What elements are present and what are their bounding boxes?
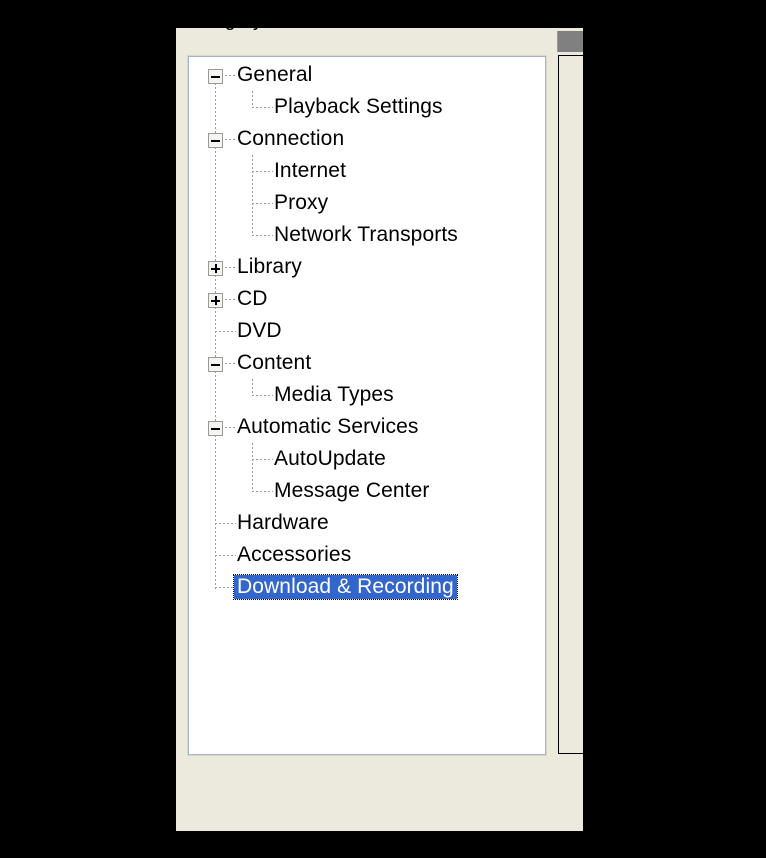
tree-item-connection[interactable]: Connection — [189, 123, 545, 155]
tree-item-message-center[interactable]: Message Center — [189, 475, 545, 507]
tree-item-label: Hardware — [237, 511, 329, 534]
tree-subtrunk-line — [252, 459, 253, 491]
tree-item-proxy[interactable]: Proxy — [189, 187, 545, 219]
tree-connector-elbow — [252, 443, 253, 460]
tree-subtrunk-line — [252, 171, 253, 235]
tree-connector-line — [252, 491, 273, 492]
tree-collapse-icon[interactable] — [208, 69, 223, 84]
category-tree-root: General Playback Settings Connection Intern… — [189, 57, 545, 754]
tree-item-label: Accessories — [237, 543, 352, 566]
tree-item-media-types[interactable]: Media Types — [189, 379, 545, 411]
tree-item-label: Content — [237, 351, 312, 374]
tree-item-network-transports[interactable]: Network Transports — [189, 219, 545, 251]
scrollbar-trough[interactable] — [558, 55, 583, 754]
tree-connector-line — [252, 395, 273, 396]
tree-collapse-icon[interactable] — [208, 133, 223, 148]
tree-item-cd[interactable]: CD — [189, 283, 545, 315]
tree-item-hardware[interactable]: Hardware — [189, 507, 545, 539]
tree-item-dvd[interactable]: DVD — [189, 315, 545, 347]
tree-item-label: Proxy — [274, 191, 329, 214]
tree-item-label: DVD — [237, 319, 282, 342]
tree-connector-line — [215, 587, 236, 588]
tree-item-label: AutoUpdate — [274, 447, 386, 470]
tree-item-label: CD — [237, 287, 268, 310]
tree-item-label: General — [237, 63, 313, 86]
tree-connector-line — [225, 363, 236, 364]
tree-item-label: Library — [237, 255, 302, 278]
tree-item-label: Connection — [237, 127, 345, 150]
tree-expand-icon[interactable] — [208, 261, 223, 276]
tree-connector-line — [252, 459, 273, 460]
tree-collapse-icon[interactable] — [208, 357, 223, 372]
scrollbar-thumb[interactable] — [557, 31, 583, 52]
tree-item-automatic-services[interactable]: Automatic Services — [189, 411, 545, 443]
tree-item-autoupdate[interactable]: AutoUpdate — [189, 443, 545, 475]
category-tree-view[interactable]: General Playback Settings Connection Intern… — [188, 56, 546, 755]
tree-connector-line — [225, 75, 236, 76]
tree-connector-line — [215, 555, 236, 556]
tree-connector-elbow — [252, 379, 253, 396]
tree-collapse-icon[interactable] — [208, 421, 223, 436]
preferences-dialog: Category General Playback Settings Connect… — [176, 14, 583, 831]
tree-item-playback-settings[interactable]: Playback Settings — [189, 91, 545, 123]
tree-item-label: Message Center — [274, 479, 430, 502]
tree-connector-elbow — [252, 155, 253, 172]
tree-connector-line — [215, 523, 236, 524]
screen-background: Category General Playback Settings Connect… — [0, 0, 766, 858]
tree-connector-elbow — [252, 91, 253, 108]
tree-item-internet[interactable]: Internet — [189, 155, 545, 187]
tree-connector-line — [252, 107, 273, 108]
tree-item-label: Media Types — [274, 383, 394, 406]
tree-connector-line — [252, 203, 273, 204]
tree-item-download-recording[interactable]: Download & Recording — [189, 571, 545, 603]
tree-item-label: Playback Settings — [274, 95, 443, 118]
tree-expand-icon[interactable] — [208, 293, 223, 308]
tree-connector-line — [225, 139, 236, 140]
tree-connector-line — [225, 267, 236, 268]
tree-connector-line — [215, 331, 236, 332]
category-group-label-text: Category — [184, 14, 263, 30]
tree-connector-line — [225, 427, 236, 428]
tree-connector-line — [252, 235, 273, 236]
tree-item-library[interactable]: Library — [189, 251, 545, 283]
tree-item-label: Network Transports — [274, 223, 458, 246]
tree-connector-line — [252, 171, 273, 172]
tree-item-label: Internet — [274, 159, 347, 182]
tree-connector-line — [225, 299, 236, 300]
tree-item-label: Automatic Services — [237, 415, 419, 438]
category-group-label: Category — [184, 14, 263, 30]
tree-item-accessories[interactable]: Accessories — [189, 539, 545, 571]
tree-item-label: Download & Recording — [233, 574, 458, 600]
tree-item-general[interactable]: General — [189, 59, 545, 91]
tree-item-content[interactable]: Content — [189, 347, 545, 379]
